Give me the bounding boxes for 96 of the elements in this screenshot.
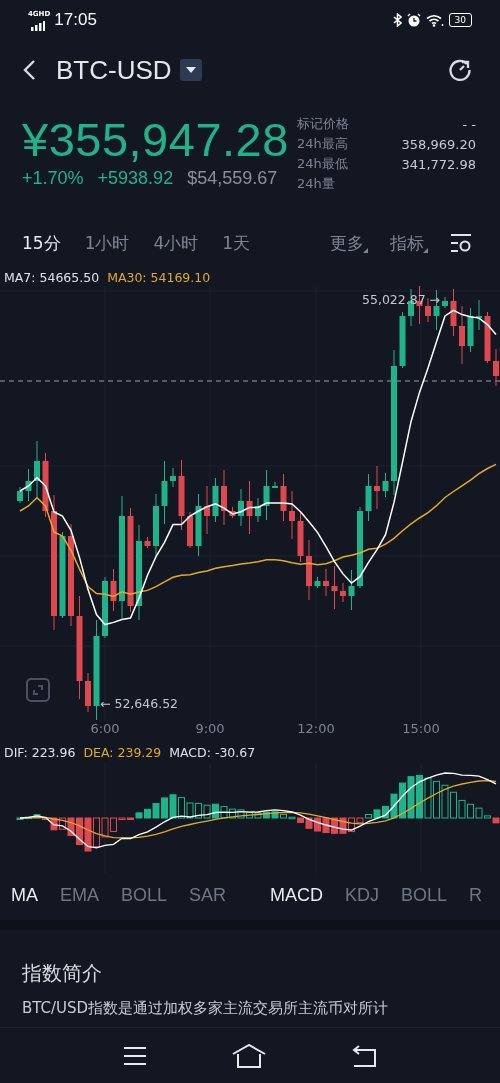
indicator-tab[interactable]: SAR	[189, 885, 227, 906]
candlestick	[42, 452, 49, 518]
indicator-tab[interactable]: MA	[11, 885, 38, 906]
candlestick	[229, 506, 236, 519]
menu-icon[interactable]	[122, 1045, 147, 1066]
candlestick	[255, 497, 261, 523]
change-percent: +1.70%	[22, 168, 84, 189]
ma30-value: MA30: 54169.10	[107, 269, 211, 285]
menu-tab[interactable]: 指标	[390, 231, 428, 255]
indicator-tab[interactable]: KDJ	[345, 885, 380, 906]
intro-text: BTC/USD指数是通过加权多家主流交易所主流币对所计	[22, 999, 390, 1018]
candlestick	[476, 299, 482, 331]
clock-time: 17:05	[54, 10, 97, 30]
candlestick	[493, 348, 499, 387]
menu-tab[interactable]: 更多	[330, 231, 368, 255]
candlestick	[187, 511, 193, 549]
dea-value: DEA: 239.29	[83, 744, 162, 760]
candlestick	[314, 576, 321, 589]
timeframe-tab[interactable]: 1小时	[84, 231, 130, 255]
candlestick	[212, 477, 219, 523]
refresh-icon[interactable]	[448, 58, 472, 82]
corner-triangle-icon	[363, 247, 368, 253]
candlestick	[459, 305, 465, 365]
stat-label: 24h量	[296, 175, 335, 193]
timeframe-tab[interactable]: 1天	[222, 231, 251, 255]
chart-settings-icon[interactable]	[450, 233, 472, 253]
candlestick	[221, 469, 227, 526]
candlestick	[323, 568, 329, 597]
candlestick	[484, 311, 491, 364]
candlestick	[280, 473, 287, 522]
candlestick	[153, 493, 159, 557]
candlestick	[331, 565, 338, 610]
back-icon[interactable]	[351, 1044, 378, 1067]
back-icon[interactable]	[22, 59, 36, 81]
low-marker: ← 52,646.52	[100, 696, 179, 711]
last-price: ¥355,947.28	[22, 112, 289, 168]
time-label: 15:00	[402, 721, 440, 736]
timeframe-tab[interactable]: 15分	[22, 231, 61, 255]
time-label: 9:00	[195, 721, 225, 736]
ma7-value: MA7: 54665.50	[4, 269, 100, 285]
candlestick	[348, 569, 355, 611]
indicator-tab[interactable]: MACD	[270, 885, 324, 906]
dif-value: DIF: 223.96	[4, 744, 76, 760]
macd-value: MACD: -30.67	[169, 744, 256, 760]
candlestick	[365, 473, 372, 522]
stat-label: 24h最高	[296, 135, 348, 153]
pair-title: BTC-USD	[56, 54, 172, 86]
stat-value: 341,772.98	[401, 156, 476, 172]
usd-price: $54,559.67	[187, 168, 278, 189]
battery-indicator: 30	[448, 13, 472, 27]
candlestick	[289, 490, 295, 540]
dropdown-icon[interactable]	[179, 59, 202, 81]
candlestick	[442, 296, 448, 309]
candlestick	[110, 568, 117, 612]
candlestick	[85, 672, 91, 713]
candlestick	[102, 576, 108, 639]
bluetooth-icon	[392, 13, 402, 27]
time-label: 12:00	[297, 721, 335, 736]
stat-value: 358,969.20	[401, 136, 476, 152]
candlestick	[204, 485, 210, 535]
section-title: 指数简介	[22, 960, 103, 987]
candlestick	[178, 459, 185, 531]
stat-value: - -	[462, 116, 476, 132]
candlestick	[306, 539, 312, 601]
candlestick	[374, 465, 380, 510]
indicator-tab[interactable]: BOLL	[401, 885, 448, 906]
stat-label: 24h最低	[296, 155, 348, 173]
change-amount: +5938.92	[97, 168, 174, 189]
timeframe-tab[interactable]: 4小时	[153, 231, 199, 255]
candlestick	[340, 582, 346, 603]
candlestick	[246, 480, 253, 535]
signal-icon	[31, 21, 46, 31]
time-label: 6:00	[90, 721, 120, 736]
home-icon[interactable]	[232, 1043, 266, 1068]
stat-label: 标记价格	[296, 115, 349, 133]
candlestick	[144, 536, 151, 549]
candlestick	[399, 311, 406, 369]
corner-triangle-icon	[423, 247, 428, 253]
candlestick	[34, 440, 40, 500]
wifi-icon	[425, 13, 444, 27]
candlestick	[467, 307, 474, 353]
candlestick	[382, 472, 389, 498]
indicator-tab[interactable]: BOLL	[121, 885, 168, 906]
candlestick	[272, 481, 278, 489]
candlestick	[263, 469, 270, 521]
candlestick	[170, 467, 176, 488]
alarm-icon	[406, 13, 421, 27]
candlestick	[238, 488, 244, 527]
candlestick	[450, 288, 457, 337]
indicator-tab[interactable]: EMA	[60, 885, 99, 906]
candlestick	[161, 460, 168, 525]
candlestick	[195, 493, 202, 557]
candlestick	[25, 468, 32, 502]
candlestick	[297, 512, 304, 563]
candlestick	[17, 486, 23, 504]
indicator-tab[interactable]: R	[469, 885, 483, 906]
